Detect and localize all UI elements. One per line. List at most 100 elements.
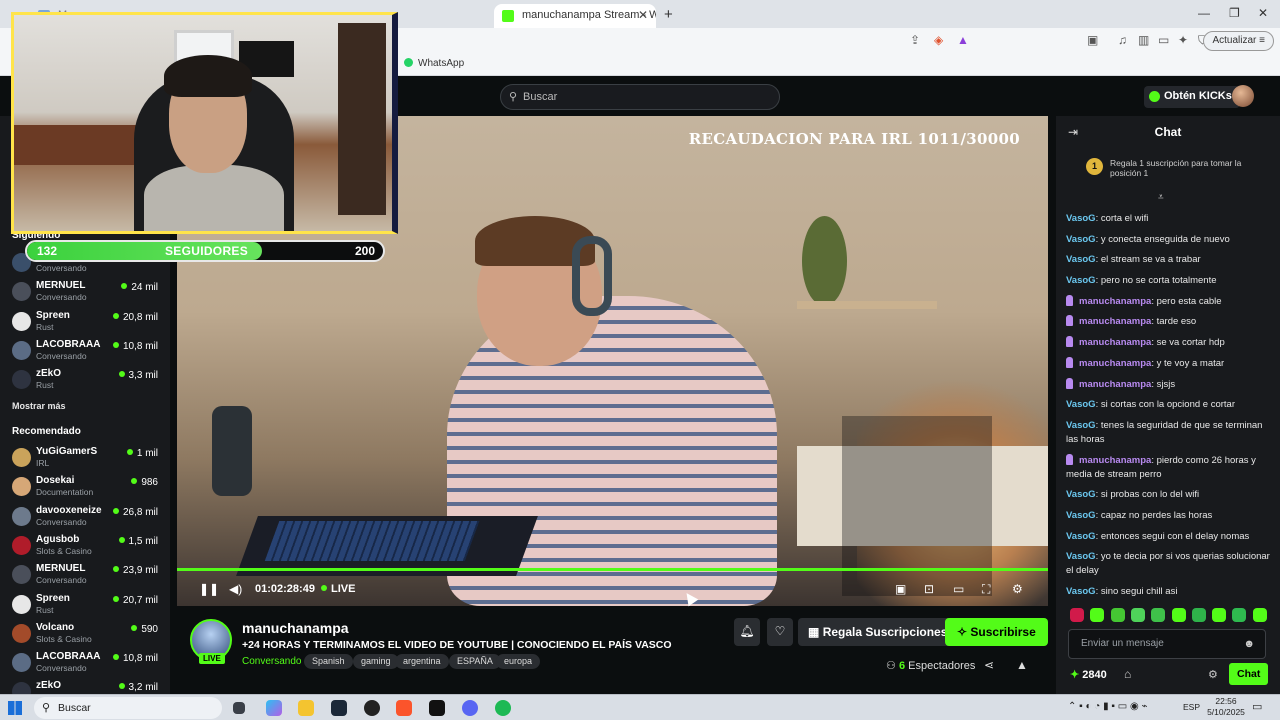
gift-leaderboard-banner[interactable]: 1 Regala 1 suscripción para tomar la pos… [1086, 158, 1266, 178]
follow-heart-icon[interactable]: ♡ [767, 618, 793, 646]
chat-message-input[interactable]: Enviar un mensaje ☻ [1068, 629, 1266, 659]
chat-username[interactable]: VasoG [1066, 586, 1096, 597]
sidebar-icon[interactable]: ▥ [1138, 33, 1149, 47]
chat-username[interactable]: VasoG [1066, 234, 1096, 245]
fullscreen-icon[interactable]: ⛶ [982, 582, 990, 597]
emote-icon[interactable] [1191, 608, 1206, 622]
emoji-icon[interactable]: ☻ [1243, 638, 1255, 650]
chat-username[interactable]: manuchanampa [1079, 379, 1151, 390]
get-kicks-button[interactable]: Obtén KICKs [1144, 86, 1240, 108]
sidebar-channel[interactable]: LACOBRAAA Conversando 10,8 mil [0, 649, 170, 677]
task-view-icon[interactable] [233, 702, 245, 714]
discord-icon[interactable] [462, 700, 478, 716]
leo-icon[interactable]: ✦ [1178, 33, 1188, 47]
streamer-name[interactable]: manuchanampa [242, 620, 349, 636]
emote-icon[interactable] [1070, 608, 1084, 622]
close-window-icon[interactable]: ✕ [1258, 6, 1268, 20]
copilot-icon[interactable] [266, 700, 282, 716]
brave-icon[interactable] [396, 700, 412, 716]
share-icon[interactable]: ⇪ [910, 33, 920, 47]
browser-tab-active[interactable]: manuchanampa Stream - Wa ✕ [494, 4, 656, 28]
epic-games-icon[interactable] [429, 700, 445, 716]
minimize-icon[interactable]: — [1198, 6, 1210, 20]
send-chat-button[interactable]: Chat [1229, 663, 1269, 685]
emote-icon[interactable] [1252, 608, 1267, 622]
tag[interactable]: europa [496, 654, 541, 669]
tag[interactable]: gaming [353, 654, 399, 669]
notifications-icon[interactable]: ▭ [1252, 700, 1262, 713]
chat-username[interactable]: VasoG [1066, 531, 1096, 542]
brave-shields-icon[interactable]: ◈ [934, 33, 943, 47]
system-tray[interactable]: ⌃ ▪ ◐ ◔ ▮ ▪ ▭ ◉ ⌁ [1068, 701, 1147, 712]
sidebar-channel[interactable]: Spreen Rust 20,7 mil [0, 591, 170, 619]
report-icon[interactable]: ▲ [1016, 658, 1028, 672]
chat-username[interactable]: VasoG [1066, 275, 1096, 286]
kicks-balance[interactable]: ✦ 2840 [1070, 668, 1110, 681]
media-icon[interactable]: ♫ [1118, 33, 1127, 47]
subscribe-button[interactable]: ✧ Suscribirse [945, 618, 1048, 646]
emote-icon[interactable] [1212, 608, 1227, 622]
video-progress-bar[interactable] [177, 568, 1048, 571]
chat-username[interactable]: VasoG [1066, 254, 1096, 265]
steam-icon[interactable] [331, 700, 347, 716]
pause-icon[interactable]: ❚❚ [199, 582, 219, 596]
notifications-bell-icon[interactable]: 🔔︎ [734, 618, 760, 646]
rewards-icon[interactable]: ▲ [957, 33, 969, 47]
spotify-icon[interactable] [495, 700, 511, 716]
stream-category[interactable]: Conversando [242, 656, 301, 667]
taskbar-search[interactable]: ⚲ Buscar [34, 697, 222, 719]
chat-username[interactable]: manuchanampa [1079, 296, 1151, 307]
user-avatar[interactable] [1232, 85, 1254, 107]
tab-search-icon[interactable]: ▣ [1087, 33, 1098, 47]
chat-settings-icon[interactable]: ⚙ [1208, 668, 1218, 681]
language-indicator[interactable]: ESP [1183, 702, 1200, 712]
sidebar-channel[interactable]: LACOBRAAA Conversando 10,8 mil [0, 337, 170, 365]
scroll-down-icon[interactable]: ⩡ [1158, 192, 1164, 203]
volume-icon[interactable]: ◀) [229, 582, 242, 596]
sidebar-channel[interactable]: zEkO 3,2 mil [0, 678, 170, 694]
settings-icon[interactable]: ⚙ [1012, 582, 1023, 596]
wallet-icon[interactable]: ▭ [1158, 33, 1169, 47]
sidebar-channel[interactable]: Agusbob Slots & Casino 1,5 mil [0, 532, 170, 560]
windows-start-icon[interactable] [8, 701, 22, 715]
bookmark-whatsapp[interactable]: WhatsApp [404, 58, 464, 69]
emote-icon[interactable] [1171, 608, 1186, 622]
tag[interactable]: argentina [395, 654, 449, 669]
chat-username[interactable]: VasoG [1066, 489, 1096, 500]
restore-icon[interactable]: ❐ [1229, 6, 1240, 20]
chat-username[interactable]: manuchanampa [1079, 358, 1151, 369]
theater-mode-icon[interactable]: ▭ [953, 582, 964, 596]
new-tab-button[interactable]: + [664, 6, 673, 23]
sidebar-channel[interactable]: Spreen Rust 20,8 mil [0, 308, 170, 336]
sidebar-channel[interactable]: davooxeneize Conversando 26,8 mil [0, 503, 170, 531]
file-explorer-icon[interactable] [298, 700, 314, 716]
tag[interactable]: Spanish [304, 654, 353, 669]
chat-username[interactable]: manuchanampa [1079, 337, 1151, 348]
chat-username[interactable]: VasoG [1066, 399, 1096, 410]
show-more-link[interactable]: Mostrar más [12, 401, 66, 411]
update-button[interactable]: Actualizar ≡ [1203, 31, 1274, 51]
camera-icon[interactable]: ⊡ [924, 582, 934, 596]
chat-username[interactable]: VasoG [1066, 551, 1096, 562]
chat-username[interactable]: VasoG [1066, 213, 1096, 224]
tag[interactable]: ESPAÑA [449, 654, 501, 669]
emote-icon[interactable] [1090, 608, 1105, 622]
store-icon[interactable]: ⌂ [1124, 667, 1131, 681]
search-input[interactable]: ⚲ Buscar [500, 84, 780, 110]
chat-username[interactable]: manuchanampa [1079, 455, 1151, 466]
clock[interactable]: 22:56 5/10/2025 [1206, 696, 1246, 718]
chat-username[interactable]: VasoG [1066, 510, 1096, 521]
gift-subs-button[interactable]: ▦ Regala Suscripciones [798, 618, 958, 646]
sidebar-channel[interactable]: MERNUEL Conversando 23,9 mil [0, 561, 170, 589]
obs-icon[interactable] [364, 700, 380, 716]
chat-username[interactable]: VasoG [1066, 420, 1096, 431]
sidebar-channel[interactable]: Volcano Slots & Casino 590 [0, 620, 170, 648]
sidebar-channel[interactable]: zEkO Rust 3,3 mil [0, 366, 170, 394]
share-stream-icon[interactable]: ⋖ [984, 658, 994, 672]
sidebar-channel[interactable]: YuGiGamerS IRL 1 mil [0, 444, 170, 472]
chat-username[interactable]: manuchanampa [1079, 316, 1151, 327]
emote-icon[interactable] [1130, 608, 1145, 622]
sidebar-channel[interactable]: Dosekai Documentation 986 [0, 473, 170, 501]
emote-icon[interactable] [1232, 608, 1247, 622]
close-tab-icon[interactable]: ✕ [638, 8, 648, 22]
